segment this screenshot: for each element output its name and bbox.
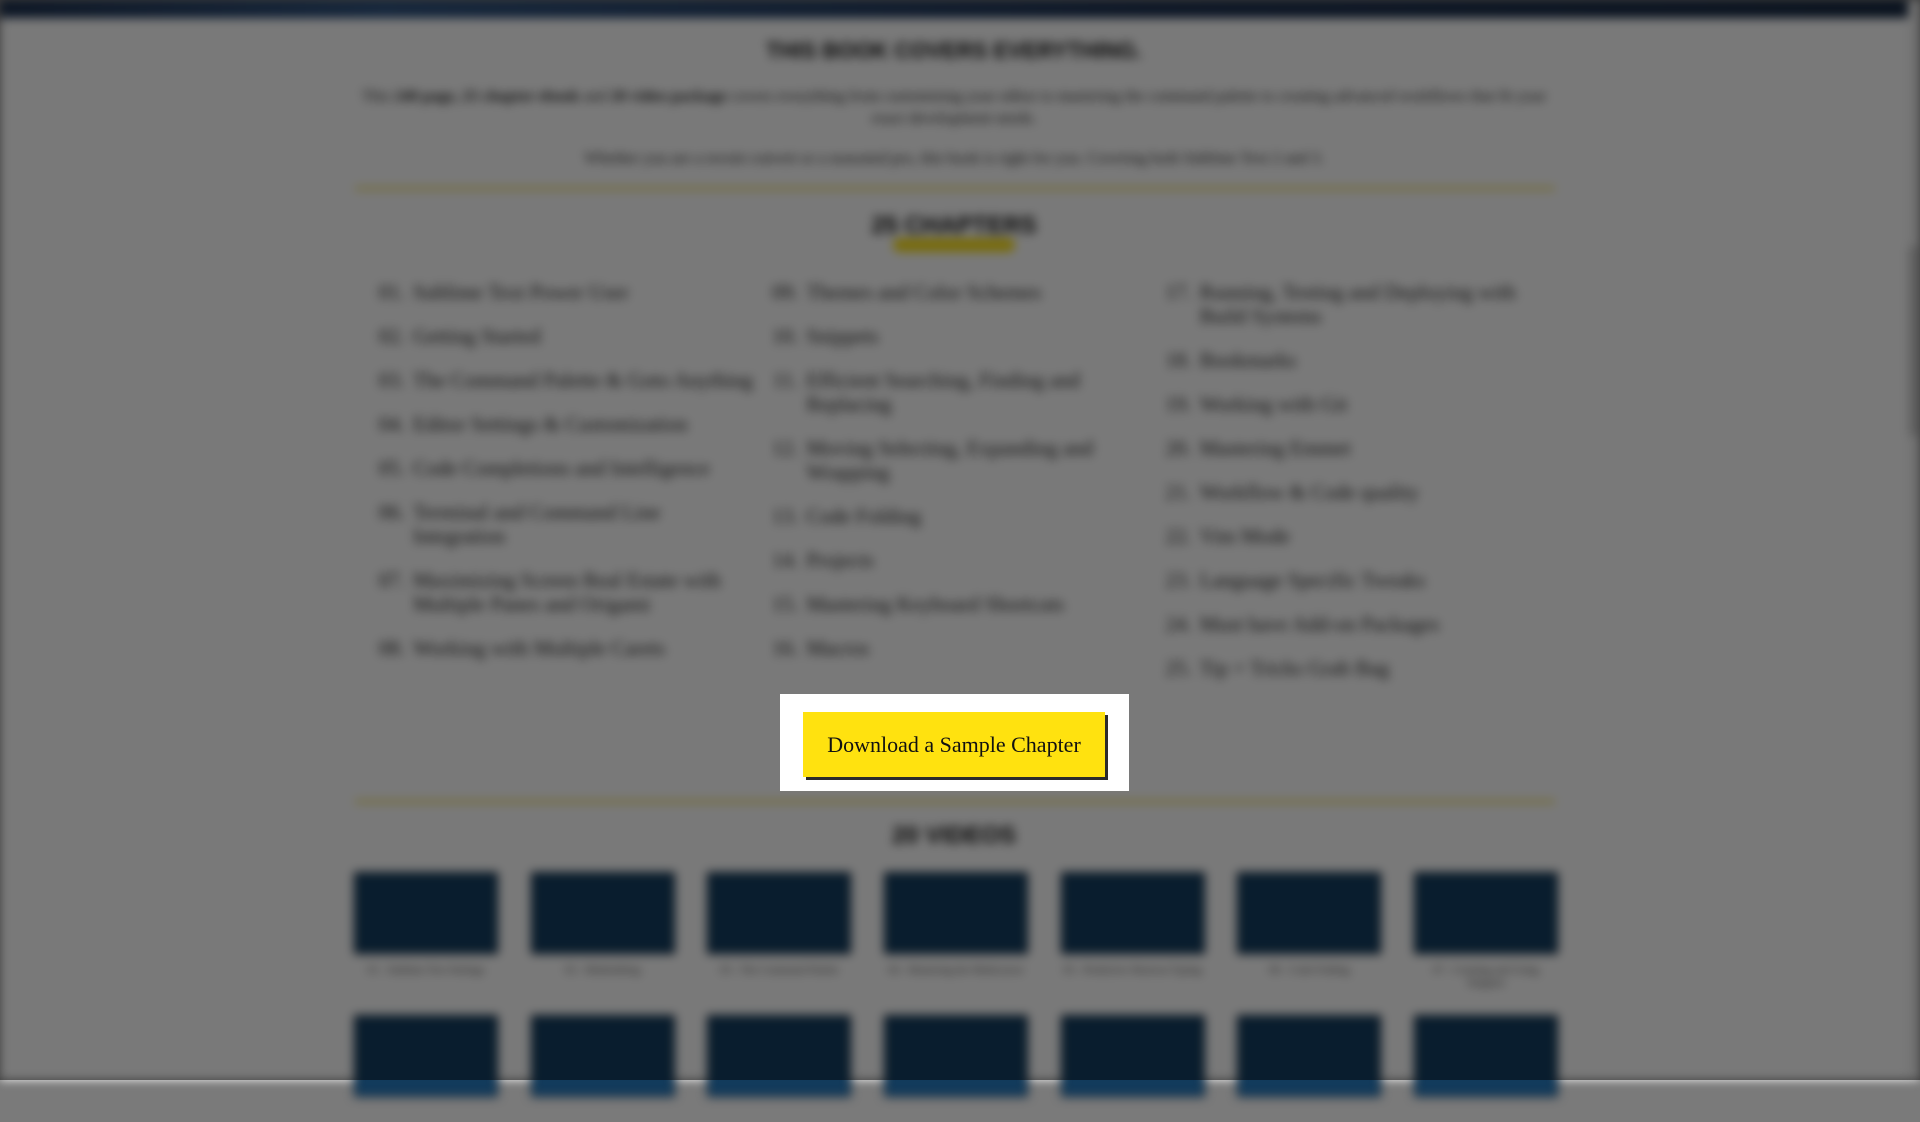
- download-sample-chapter-button[interactable]: Download a Sample Chapter: [803, 712, 1105, 777]
- modal-overlay: [0, 0, 1920, 1080]
